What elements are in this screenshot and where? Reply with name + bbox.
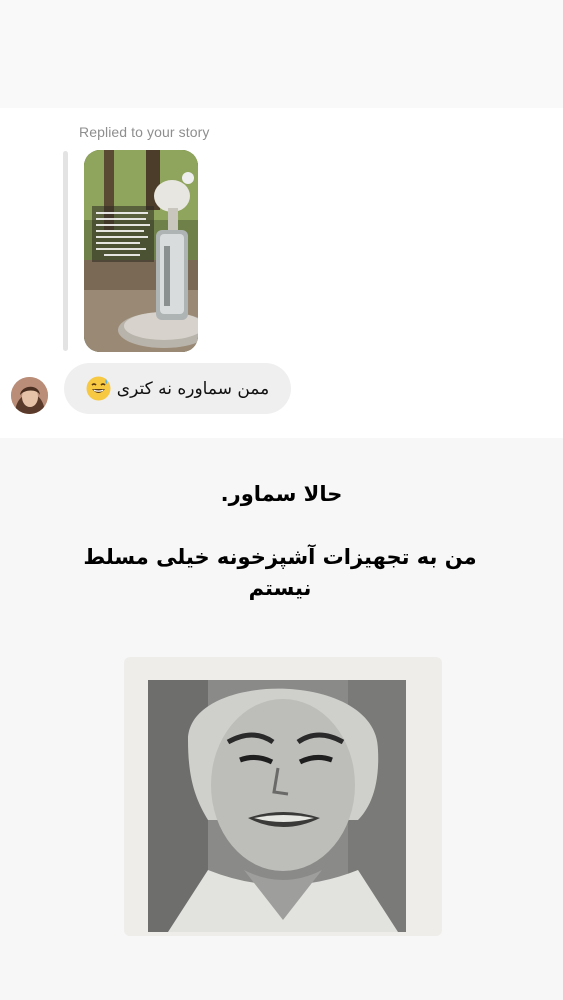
- story-caption-line2: من به تجهیزات آشپزخونه خیلی مسلط نیستم: [83, 545, 477, 600]
- grinning-face-with-sweat-icon: [86, 376, 111, 401]
- grimacing-woman-photo-icon: [148, 680, 406, 932]
- reply-quote-bar: [63, 151, 68, 351]
- avatar-photo-icon: [11, 377, 48, 414]
- meme-sticker: [124, 657, 442, 936]
- story-caption-line1: حالا سماور.: [220, 482, 343, 506]
- replied-to-story-label: Replied to your story: [79, 124, 210, 140]
- story-thumbnail[interactable]: [84, 150, 198, 352]
- message-bubble[interactable]: ممن سماوره نه کتری: [64, 363, 291, 414]
- sender-avatar[interactable]: [11, 377, 48, 414]
- story-top-background: [0, 0, 563, 108]
- story-thumbnail-image: [84, 150, 198, 352]
- message-text: ممن سماوره نه کتری: [116, 378, 270, 399]
